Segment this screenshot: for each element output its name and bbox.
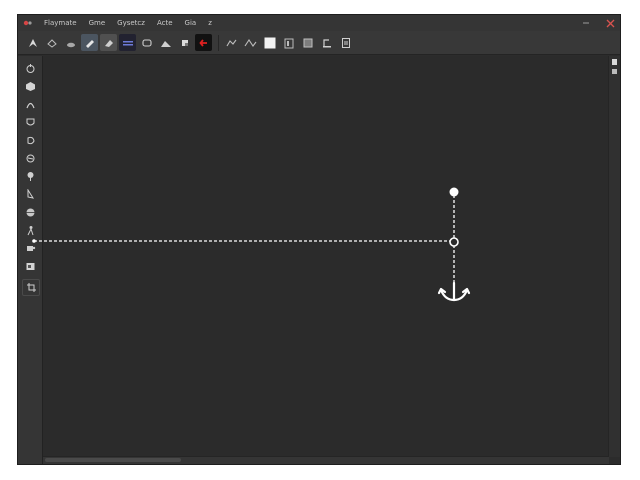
guide-top-handle[interactable] bbox=[449, 187, 459, 197]
guide-pivot-handle[interactable] bbox=[449, 237, 459, 247]
guide-start-handle[interactable] bbox=[32, 239, 36, 243]
anchor-icon[interactable] bbox=[437, 281, 471, 302]
guide-overlay bbox=[32, 187, 471, 302]
app-window: Flaymate Gme Gysetcz Acte Gia z bbox=[17, 14, 621, 465]
